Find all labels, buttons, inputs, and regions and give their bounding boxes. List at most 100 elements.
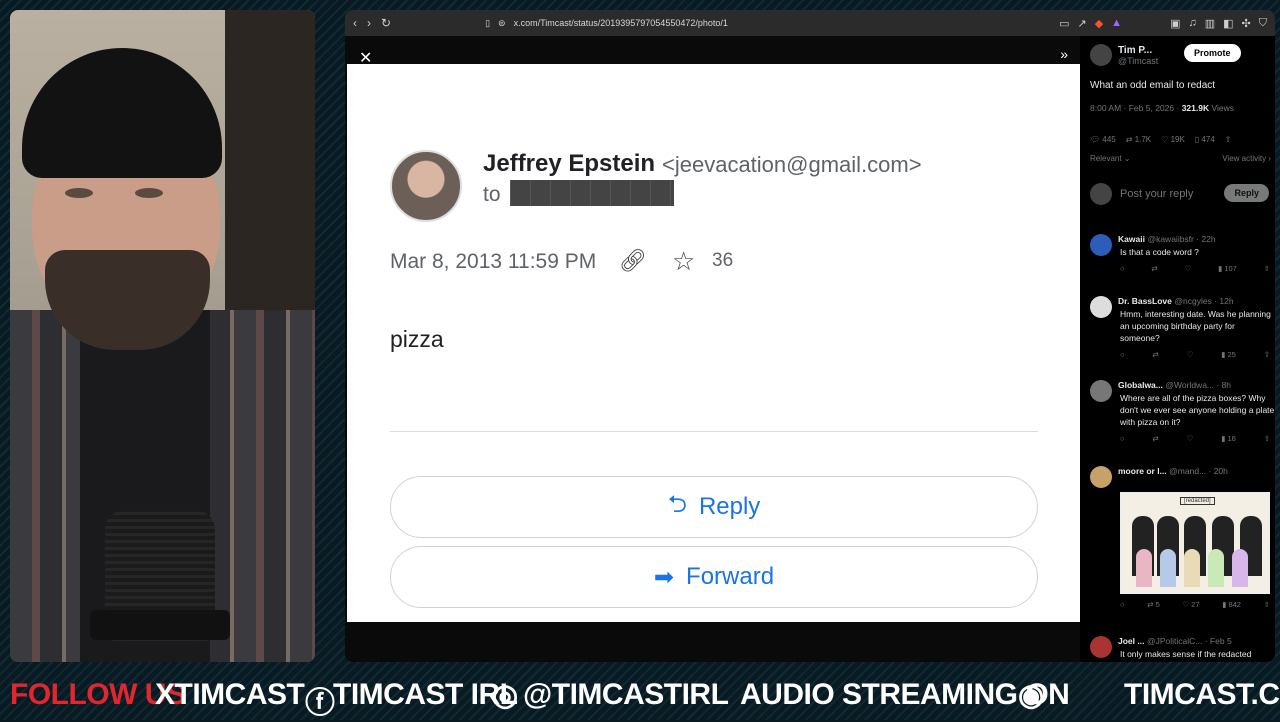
- vpn-icon[interactable]: ⛉: [1259, 17, 1267, 30]
- avatar: [1090, 466, 1112, 488]
- views-label: Views: [1211, 103, 1235, 113]
- reply-handle: @JPoliticalC... · Feb 5: [1146, 636, 1232, 646]
- webcam-feed: [10, 10, 315, 662]
- wallet-icon[interactable]: ◧: [1223, 17, 1233, 30]
- tweet-sidebar: Tim P... @Timcast Promote What an odd em…: [1080, 36, 1275, 662]
- like-button[interactable]: ♡ 19K: [1161, 135, 1185, 144]
- divider: [390, 431, 1038, 432]
- repost-icon[interactable]: ⇄: [1152, 434, 1158, 443]
- avatar: [1090, 183, 1112, 205]
- like-icon[interactable]: ♡ 27: [1182, 600, 1199, 609]
- comment-icon[interactable]: ○: [1120, 350, 1125, 359]
- reply-actions: ○ ⇄ 5 ♡ 27 ▮ 842 ⇧: [1120, 600, 1270, 609]
- author-handle[interactable]: @Timcast: [1118, 56, 1158, 66]
- promote-button[interactable]: Promote: [1184, 44, 1241, 62]
- comment-icon[interactable]: ○: [1120, 434, 1125, 443]
- reply-text: Where are all of the pizza boxes? Why do…: [1120, 393, 1275, 427]
- sort-relevant[interactable]: Relevant ⌄: [1090, 154, 1131, 163]
- share-icon[interactable]: ↗: [1077, 17, 1086, 30]
- site-info-icon[interactable]: ⊜: [498, 18, 506, 29]
- sidebar-icon[interactable]: ▥: [1205, 17, 1215, 30]
- reply-actions: ○ ⇄ ♡ ▮ 107 ⇧: [1120, 264, 1270, 273]
- forward-label: Forward: [686, 563, 775, 590]
- reply-actions: ○ ⇄ ♡ ▮ 25 ⇧: [1120, 350, 1270, 359]
- comment-icon[interactable]: ○: [1120, 600, 1125, 609]
- reply-author: Kawaii: [1118, 234, 1145, 244]
- like-icon[interactable]: ♡: [1187, 350, 1194, 359]
- repost-icon[interactable]: ⇄ 5: [1147, 600, 1160, 609]
- like-icon[interactable]: ♡: [1185, 264, 1192, 273]
- reply-author: Joel ...: [1118, 636, 1145, 646]
- cast-icon[interactable]: ▭: [1059, 17, 1069, 30]
- repost-button[interactable]: ⇄ 1.7K: [1126, 135, 1151, 144]
- bookmark-button[interactable]: ▯ 474: [1195, 135, 1215, 144]
- rewards-icon[interactable]: ▲: [1111, 17, 1122, 30]
- reply-handle: @Worldwa... · 8h: [1165, 380, 1232, 390]
- reply-count-button[interactable]: 💬︎ 445: [1090, 135, 1116, 144]
- share-icon[interactable]: ⇧: [1264, 264, 1270, 273]
- views-icon[interactable]: ▮ 842: [1222, 600, 1241, 609]
- view-count: 321.9K: [1181, 103, 1210, 113]
- reply-item[interactable]: Joel ... @JPoliticalC... · Feb 5 It only…: [1090, 636, 1275, 662]
- reply-submit-button[interactable]: Reply: [1224, 184, 1269, 202]
- bookmark-count: 474: [1201, 135, 1215, 144]
- avatar: [1090, 380, 1112, 402]
- email-body: pizza: [390, 326, 444, 352]
- repost-icon[interactable]: ⇄: [1151, 264, 1157, 273]
- bookmark-icon[interactable]: ▯: [485, 18, 490, 29]
- view-activity-label: View activity: [1222, 154, 1267, 163]
- reply-item[interactable]: Globalwa... @Worldwa... · 8h Where are a…: [1090, 380, 1275, 443]
- reply-likes: 27: [1191, 600, 1200, 609]
- reply-handle: @ncgyles · 12h: [1174, 296, 1234, 306]
- instagram-handle: @TIMCASTIRL: [523, 678, 729, 711]
- reply-item[interactable]: Dr. BassLove @ncgyles · 12h Hmm, interes…: [1090, 296, 1275, 359]
- reload-icon[interactable]: ↻: [381, 16, 391, 30]
- reply-arrow-icon: ⮌: [667, 490, 687, 518]
- avatar: [1090, 636, 1112, 658]
- tweet-timestamp[interactable]: 8:00 AM · Feb 5, 2026 ·: [1090, 103, 1179, 113]
- extensions-icon[interactable]: ✣: [1242, 17, 1251, 30]
- forward-icon[interactable]: ›: [367, 16, 371, 30]
- star-icon: ☆: [672, 246, 696, 276]
- right-eye: [135, 188, 163, 198]
- share-icon[interactable]: ⇧: [1264, 600, 1270, 609]
- views-icon[interactable]: ▮ 25: [1221, 350, 1236, 359]
- reply-views: 25: [1227, 350, 1236, 359]
- sender-avatar: [390, 150, 462, 222]
- reply-text: Is that a code word ?: [1120, 247, 1199, 257]
- browser-toolbar: ‹ › ↻ ▯ ⊜ x.com/Timcast/status/201939579…: [345, 10, 1275, 36]
- reply-item[interactable]: Kawaii @kawaiibsfr · 22h Is that a code …: [1090, 234, 1275, 273]
- expand-icon[interactable]: »: [1060, 46, 1068, 62]
- avatar[interactable]: [1090, 44, 1112, 66]
- reply-count: 445: [1102, 135, 1116, 144]
- redaction-bar: [510, 180, 674, 206]
- view-activity-link[interactable]: View activity ›: [1222, 154, 1271, 163]
- reply-handle: @kawaiibsfr · 22h: [1147, 234, 1216, 244]
- repost-count: 1.7K: [1134, 135, 1152, 144]
- address-bar[interactable]: ▯ ⊜ x.com/Timcast/status/201939579705455…: [485, 18, 728, 29]
- url-text: x.com/Timcast/status/2019395797054550472…: [513, 18, 728, 28]
- share-icon[interactable]: ⇧: [1225, 135, 1232, 144]
- reply-views: 16: [1227, 434, 1236, 443]
- share-icon[interactable]: ⇧: [1264, 434, 1270, 443]
- author-name[interactable]: Tim P...: [1118, 45, 1158, 56]
- back-icon[interactable]: ‹: [353, 16, 357, 30]
- share-icon[interactable]: ⇧: [1264, 350, 1270, 359]
- brave-icon[interactable]: ◆: [1095, 17, 1103, 30]
- reply-cartoon-image[interactable]: [redacted]: [1120, 492, 1270, 594]
- comment-icon[interactable]: ○: [1120, 264, 1125, 273]
- views-icon[interactable]: ▮ 16: [1221, 434, 1236, 443]
- reply-item[interactable]: moore or l... @mand... · 20h [redacted] …: [1090, 466, 1275, 609]
- like-icon[interactable]: ♡: [1187, 434, 1194, 443]
- music-icon[interactable]: ♫: [1188, 17, 1196, 30]
- like-count: 19K: [1170, 135, 1185, 144]
- repost-icon[interactable]: ⇄: [1152, 350, 1158, 359]
- reply-author: moore or l...: [1118, 466, 1167, 476]
- views-icon[interactable]: ▮ 107: [1218, 264, 1237, 273]
- email-screenshot: Jeffrey Epstein <jeevacation@gmail.com> …: [347, 64, 1080, 622]
- reply-button: ⮌ Reply: [390, 476, 1038, 538]
- x-handle: XTIMCAST: [155, 678, 305, 711]
- screenshot-icon[interactable]: ▣: [1170, 17, 1180, 30]
- post-reply-field[interactable]: Post your reply: [1090, 183, 1193, 205]
- relevant-label: Relevant: [1090, 154, 1122, 163]
